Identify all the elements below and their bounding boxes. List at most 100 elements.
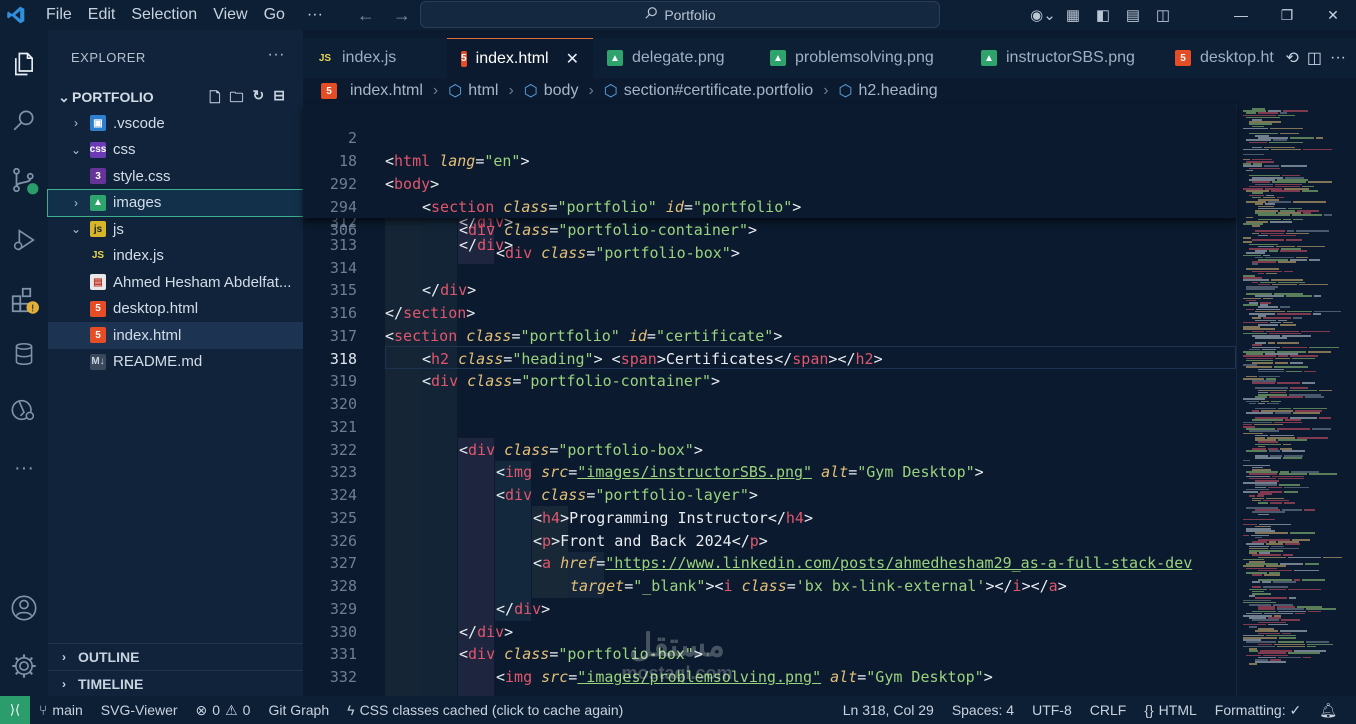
tab-delegate-png[interactable]: ▲ delegate.png [593, 38, 756, 78]
settings-gear-icon[interactable] [0, 642, 48, 690]
code-line[interactable]: 314 [303, 257, 1236, 280]
tree-item[interactable]: M↓ README.md [48, 349, 303, 376]
explorer-icon[interactable] [0, 40, 48, 88]
timeline-section[interactable]: › TIMELINE [48, 670, 303, 696]
layout-customize-icon[interactable]: ▦ [1058, 0, 1088, 30]
branch-status[interactable]: ⑂ main [30, 702, 92, 718]
tree-item[interactable]: ⌄ css css [48, 137, 303, 164]
account-icon[interactable] [0, 584, 48, 632]
sticky-line[interactable]: 306 <div class="portfolio-box"> [303, 196, 1236, 262]
project-root[interactable]: ⌄ PORTFOLIO 🗋 🗀 ↻ ⊟ [48, 84, 303, 110]
tab-problemsolving-png[interactable]: ▲ problemsolving.png [756, 38, 967, 78]
tree-item[interactable]: ⌄ js js [48, 216, 303, 243]
sticky-line[interactable]: 18 <body> [303, 127, 1236, 193]
code-line[interactable]: 315 </div> [303, 279, 1236, 302]
run-debug-icon[interactable] [0, 216, 48, 264]
indentation-status[interactable]: Spaces: 4 [943, 702, 1023, 718]
code-line[interactable]: 328 target="_blank"><i class='bx bx-link-… [303, 575, 1236, 598]
code-line[interactable]: 331 <div class="portfolio-box"> [303, 643, 1236, 666]
source-control-icon[interactable] [0, 156, 48, 204]
tab-instructorSBS-png[interactable]: ▲ instructorSBS.png [967, 38, 1161, 78]
tab-index-html[interactable]: 5 index.html ✕ [447, 38, 593, 78]
sticky-line[interactable]: 294 <div class="portfolio-container"> [303, 173, 1236, 239]
tree-item[interactable]: 3 style.css [48, 163, 303, 190]
tab-index-js[interactable]: JS index.js [303, 38, 447, 78]
new-file-icon[interactable]: 🗋 [209, 87, 220, 111]
new-folder-icon[interactable]: 🗀 [230, 87, 244, 111]
tree-item[interactable]: 5 desktop.html [48, 296, 303, 323]
forward-arrow-icon[interactable]: → [393, 5, 411, 26]
code-line[interactable]: 322 <div class="portfolio-box"> [303, 439, 1236, 462]
toggle-sidebar-icon[interactable]: ◧ [1088, 0, 1118, 30]
code-line[interactable]: 321 [303, 416, 1236, 439]
breadcrumb-h2[interactable]: h2.heading [858, 82, 937, 100]
menu-file[interactable]: File [38, 0, 80, 30]
collapse-all-icon[interactable]: ⊟ [273, 87, 285, 111]
code-line[interactable]: 320 [303, 393, 1236, 416]
search-icon [644, 6, 658, 23]
tree-item[interactable]: ▤ Ahmed Hesham Abdelfat... [48, 269, 303, 296]
minimize-icon[interactable]: — [1218, 7, 1264, 24]
tree-item[interactable]: 5 index.html [48, 322, 303, 349]
command-center-search[interactable]: Portfolio [420, 1, 940, 28]
restore-icon[interactable]: ❐ [1264, 7, 1310, 24]
code-line[interactable]: 318 <h2 class="heading"> <span>Certificat… [303, 348, 1236, 371]
tree-item[interactable]: JS index.js [48, 243, 303, 270]
remote-indicator-icon[interactable]: ⟩⟨ [0, 696, 30, 724]
back-arrow-icon[interactable]: ← [357, 5, 375, 26]
code-line[interactable]: 326 <p>Front and Back 2024</p> [303, 530, 1236, 553]
database-icon[interactable] [0, 330, 48, 378]
outline-section[interactable]: › OUTLINE [48, 643, 303, 669]
code-line[interactable]: 330 </div> [303, 621, 1236, 644]
code-line[interactable]: 317 <section class="portfolio" id="certif… [303, 325, 1236, 348]
menu-view[interactable]: View [205, 0, 255, 30]
sticky-line[interactable]: 292 <section class="portfolio" id="portf… [303, 150, 1236, 216]
menu-edit[interactable]: Edit [80, 0, 124, 30]
close-window-icon[interactable]: ✕ [1310, 7, 1356, 24]
problems-status[interactable]: ⊗ 0 ⚠ 0 [187, 702, 260, 719]
eol-status[interactable]: CRLF [1081, 702, 1136, 718]
breadcrumb-section[interactable]: section#certificate.portfolio [624, 82, 813, 100]
sticky-line[interactable]: 2 <html lang="en"> [303, 104, 1236, 170]
code-line[interactable]: 323 <img src="images/instructorSBS.png" a… [303, 461, 1236, 484]
close-tab-icon[interactable]: ✕ [566, 49, 579, 69]
split-editor-icon[interactable]: ◫ [1307, 48, 1322, 68]
code-line[interactable]: 324 <div class="portfolio-layer"> [303, 484, 1236, 507]
code-line[interactable]: 332 <img src="images/problemsolving.png" … [303, 666, 1236, 689]
sticky-scroll[interactable]: 2 <html lang="en"> 18 <body> 292 <sectio… [303, 104, 1236, 262]
breadcrumb-html[interactable]: html [468, 82, 498, 100]
encoding-status[interactable]: UTF-8 [1023, 702, 1081, 718]
code-line[interactable]: 316 </section> [303, 302, 1236, 325]
menu-selection[interactable]: Selection [123, 0, 205, 30]
breadcrumb-file[interactable]: index.html [350, 82, 423, 100]
code-line[interactable]: 319 <div class="portfolio-container"> [303, 370, 1236, 393]
extensions-icon[interactable]: ! [0, 276, 48, 324]
breadcrumb-body[interactable]: body [544, 82, 579, 100]
toggle-secondary-sidebar-icon[interactable]: ◫ [1148, 0, 1178, 30]
code-line[interactable]: 325 <h4>Programming Instructor</h4> [303, 507, 1236, 530]
search-sidebar-icon[interactable] [0, 96, 48, 144]
git-graph-status[interactable]: Git Graph [259, 702, 338, 718]
refresh-icon[interactable]: ↻ [253, 87, 265, 111]
formatting-status[interactable]: Formatting: ✓ [1206, 702, 1310, 719]
svg-viewer-status[interactable]: SVG-Viewer [92, 702, 187, 718]
css-cache-status[interactable]: ϟ CSS classes cached (click to cache agai… [338, 702, 632, 718]
explorer-more-icon[interactable]: ··· [268, 46, 285, 64]
menu-go[interactable]: Go [256, 0, 293, 30]
cursor-position-status[interactable]: Ln 318, Col 29 [834, 702, 943, 718]
minimap[interactable] [1236, 104, 1356, 696]
more-actions-icon[interactable]: ··· [1330, 49, 1346, 67]
tree-item[interactable]: › ▣ .vscode [48, 110, 303, 137]
code-line[interactable]: 327 <a href="https://www.linkedin.com/pos… [303, 552, 1236, 575]
code-line[interactable]: 313 </div> [303, 234, 1236, 257]
tree-item[interactable]: › ▲ images [47, 188, 304, 217]
code-line[interactable]: 329 </div> [303, 598, 1236, 621]
copilot-icon[interactable]: ◉⌄ [1028, 0, 1058, 30]
toggle-panel-icon[interactable]: ▤ [1118, 0, 1148, 30]
language-status[interactable]: {} HTML [1135, 702, 1205, 718]
remote-explorer-icon[interactable] [0, 386, 48, 434]
notifications-bell-icon[interactable]: 🔔︎ [1310, 702, 1346, 719]
more-menu-icon[interactable]: ··· [293, 0, 337, 30]
more-views-icon[interactable]: ··· [0, 444, 48, 492]
timeline-history-icon[interactable]: ⟲ [1285, 48, 1298, 68]
